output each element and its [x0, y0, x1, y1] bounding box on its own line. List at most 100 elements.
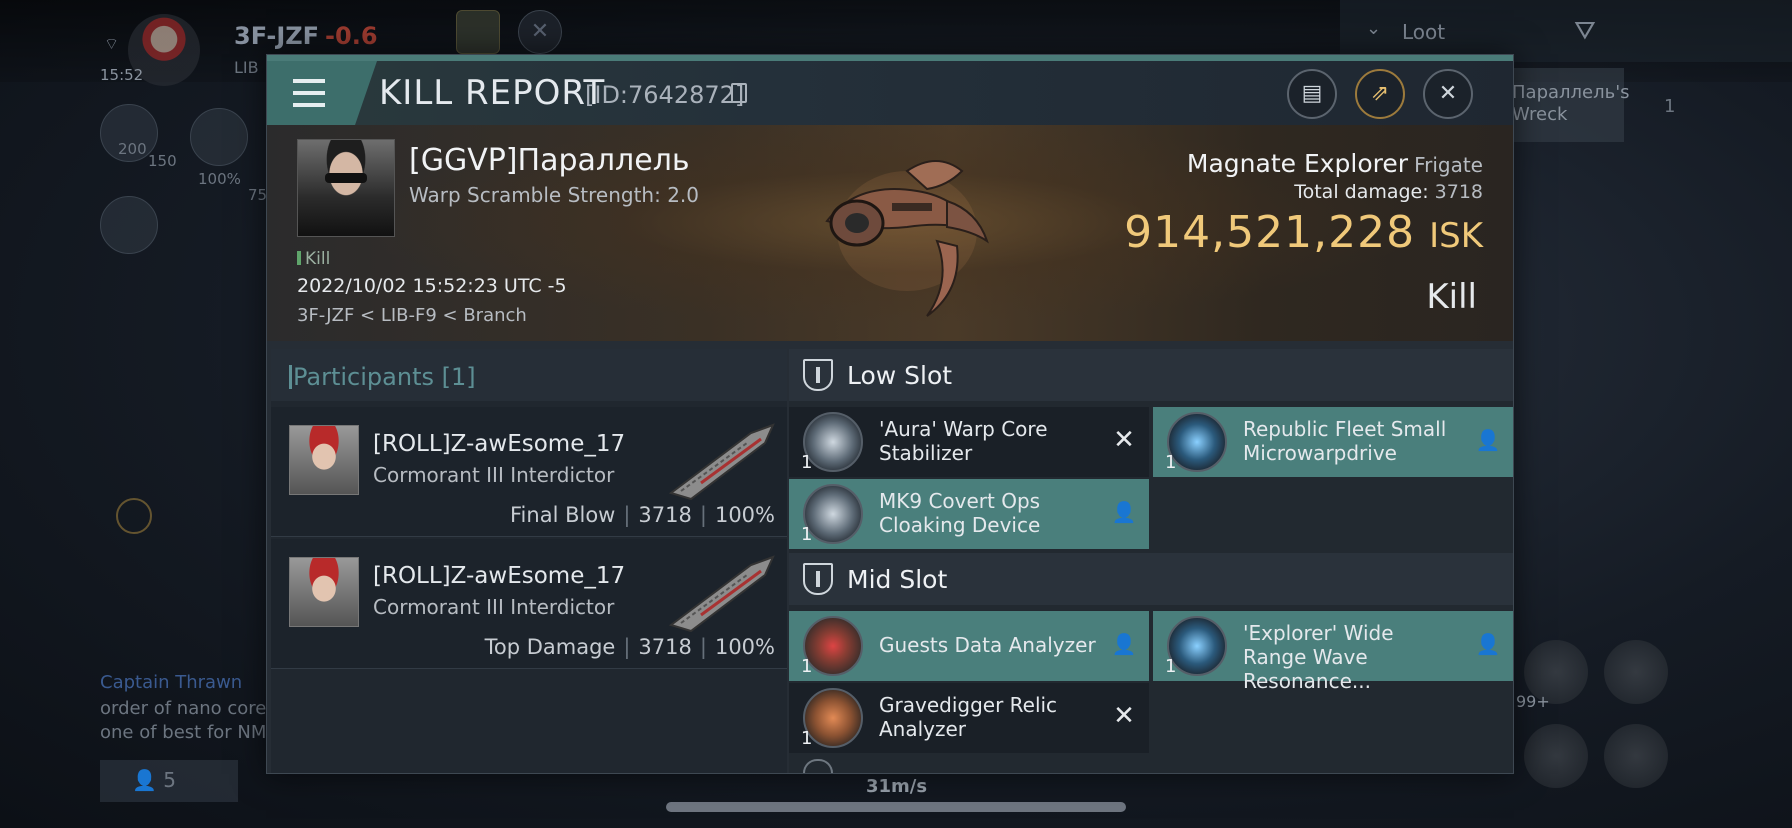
- ship-type: Magnate Explorer Frigate: [1187, 149, 1483, 178]
- hud-close-icon[interactable]: ✕: [518, 10, 562, 54]
- home-indicator: [666, 802, 1126, 812]
- participant-percent: 100%: [714, 635, 775, 659]
- victim-ship-image[interactable]: [787, 131, 1027, 331]
- filter-icon[interactable]: ⛛: [1574, 16, 1596, 47]
- close-icon: ✕: [1438, 81, 1458, 106]
- low-slot-label: Low Slot: [847, 361, 953, 390]
- kill-result: Kill: [1426, 277, 1477, 317]
- participant-portrait[interactable]: [289, 557, 359, 627]
- kill-report-title: KILL REPORT: [379, 73, 606, 113]
- isk-value-block: 914,521,228 ISK: [1124, 207, 1483, 258]
- victim-banner: [GGVP]Параллель Warp Scramble Strength: …: [267, 125, 1513, 341]
- dropped-person-icon: 👤: [1475, 428, 1501, 452]
- mid-slot-header: Mid Slot: [789, 553, 1513, 605]
- fitting-panel: Low Slot 1 'Aura' Warp Core Stabilizer ✕…: [789, 349, 1513, 773]
- participant-name[interactable]: [ROLL]Z-awEsome_17: [373, 431, 625, 457]
- hud-module-icon[interactable]: [1604, 724, 1668, 788]
- item-name: 'Aura' Warp Core Stabilizer: [879, 417, 1048, 465]
- hamburger-icon: [293, 79, 325, 83]
- item-quantity: 1: [801, 656, 813, 677]
- people-count-value: 5: [163, 768, 176, 792]
- participant-name[interactable]: [ROLL]Z-awEsome_17: [373, 563, 625, 589]
- fitted-item[interactable]: 1 Gravedigger Relic Analyzer ✕: [789, 683, 1149, 753]
- participant-portrait[interactable]: [289, 425, 359, 495]
- participant-ship-image: [668, 555, 775, 633]
- participant-ship-image: [668, 423, 775, 501]
- item-name: Guests Data Analyzer: [879, 633, 1096, 657]
- chat-line: one of best for NM: [100, 722, 267, 743]
- hud-target-icon[interactable]: [116, 498, 152, 534]
- dropped-person-icon: 👤: [1475, 632, 1501, 656]
- warp-scramble-strength: Warp Scramble Strength: 2.0: [409, 183, 700, 207]
- fitted-item[interactable]: 1 Guests Data Analyzer 👤: [789, 611, 1149, 681]
- hud-people-count: 👤 5: [132, 768, 176, 792]
- victim-portrait[interactable]: [297, 139, 395, 237]
- isk-unit: ISK: [1429, 216, 1483, 256]
- item-quantity: 1: [801, 452, 813, 473]
- dropped-person-icon: 👤: [1111, 632, 1137, 656]
- hud-module-icon[interactable]: [1604, 640, 1668, 704]
- item-name: Gravedigger Relic Analyzer: [879, 693, 1058, 741]
- participant-ship: Cormorant III Interdictor: [373, 595, 615, 619]
- hud-loot-label[interactable]: Loot: [1402, 20, 1445, 44]
- total-damage-value: 3718: [1434, 181, 1483, 203]
- ship-name[interactable]: Magnate Explorer: [1187, 149, 1408, 178]
- participant-row[interactable]: [ROLL]Z-awEsome_17 Cormorant III Interdi…: [271, 407, 787, 537]
- clipboard-button[interactable]: ▤: [1287, 69, 1337, 119]
- fitted-item[interactable]: 1 'Explorer' Wide Range Wave Resonance..…: [1153, 611, 1513, 693]
- participants-header: Participants [1]: [271, 349, 787, 401]
- participants-panel: Participants [1] [ROLL]Z-awEsome_17 Corm…: [271, 349, 787, 773]
- kill-location: 3F-JZF < LIB-F9 < Branch: [297, 305, 527, 326]
- hud-cargo-icon[interactable]: [190, 108, 248, 166]
- copy-icon[interactable]: [731, 83, 747, 103]
- corp-emblem-icon[interactable]: [456, 10, 500, 54]
- fitted-item[interactable]: 1 MK9 Covert Ops Cloaking Device 👤: [789, 479, 1149, 549]
- divider: |: [623, 503, 631, 527]
- hud-system-label: 3F-JZF: [234, 22, 320, 50]
- hamburger-icon: [293, 103, 325, 107]
- destroyed-icon: ✕: [1113, 701, 1135, 731]
- participant-percent: 100%: [714, 503, 775, 527]
- participant-damage: 3718: [638, 635, 692, 659]
- participants-title: Participants [1]: [289, 363, 476, 391]
- hud-readout-1: 200: [118, 140, 147, 158]
- close-button[interactable]: ✕: [1423, 69, 1473, 119]
- clipboard-icon: ▤: [1301, 81, 1323, 106]
- participant-role: Top Damage: [484, 635, 616, 659]
- low-slot-header: Low Slot: [789, 349, 1513, 401]
- divider: |: [699, 635, 707, 659]
- participant-ship: Cormorant III Interdictor: [373, 463, 615, 487]
- item-name: 'Explorer' Wide Range Wave Resonance...: [1243, 621, 1394, 693]
- share-button[interactable]: ⇗: [1355, 69, 1405, 119]
- fitted-item[interactable]: 1 'Aura' Warp Core Stabilizer ✕: [789, 407, 1149, 477]
- participant-row[interactable]: [ROLL]Z-awEsome_17 Cormorant III Interdi…: [271, 539, 787, 669]
- participant-role: Final Blow: [510, 503, 616, 527]
- item-name: Republic Fleet Small Microwarpdrive: [1243, 417, 1447, 465]
- fitted-item[interactable]: 1 Republic Fleet Small Microwarpdrive 👤: [1153, 407, 1513, 477]
- total-damage-label: Total damage:: [1294, 181, 1429, 203]
- hud-wreck-count: 1: [1664, 96, 1676, 117]
- kill-report-id: [ID:7642872]: [585, 81, 745, 109]
- item-name: MK9 Covert Ops Cloaking Device: [879, 489, 1041, 537]
- hud-location-icon[interactable]: [100, 196, 158, 254]
- chat-sender[interactable]: Captain Thrawn: [100, 672, 242, 693]
- chevron-down-icon[interactable]: ⌄: [1366, 18, 1381, 39]
- item-quantity: 1: [801, 728, 813, 749]
- hud-region: LIB: [234, 58, 259, 77]
- victim-name[interactable]: [GGVP]Параллель: [409, 143, 690, 178]
- item-quantity: 1: [801, 524, 813, 545]
- hud-readout-2: 150: [148, 152, 177, 170]
- hud-readout-4: 75: [248, 186, 268, 204]
- hud-security-status: -0.6: [325, 22, 378, 50]
- share-icon: ⇗: [1370, 81, 1390, 106]
- hud-module-count: 99+: [1516, 692, 1550, 711]
- hud-system-name[interactable]: 3F-JZF -0.6: [234, 22, 378, 50]
- destroyed-icon: ✕: [1113, 425, 1135, 455]
- next-slot-icon: [803, 759, 833, 773]
- hud-module-icon[interactable]: [1524, 724, 1588, 788]
- kill-date: 2022/10/02 15:52:23 UTC -5: [297, 275, 567, 297]
- hud-clock: 15:52: [100, 66, 144, 84]
- hud-readout-3: 100%: [198, 170, 241, 188]
- hud-speed: 31m/s: [866, 776, 928, 797]
- participant-stats: Final Blow | 3718 | 100%: [510, 503, 775, 527]
